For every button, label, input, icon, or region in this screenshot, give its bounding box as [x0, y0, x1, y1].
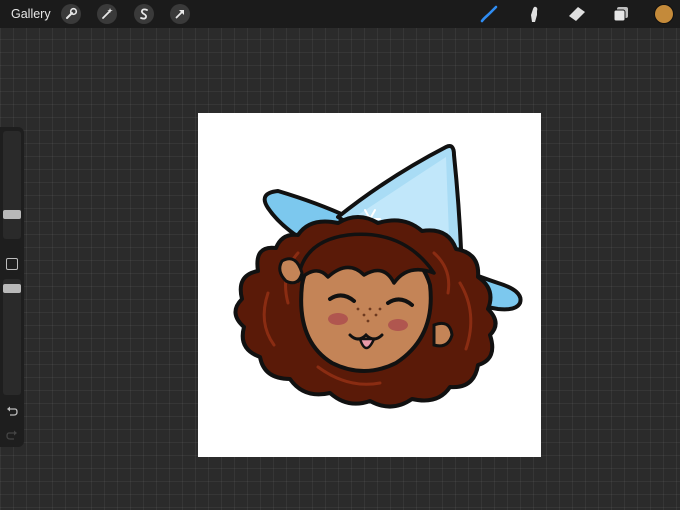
opacity-slider[interactable] [3, 279, 21, 395]
top-toolbar: Gallery [0, 0, 680, 28]
undo-icon [7, 406, 18, 416]
arrow-cursor-icon [175, 10, 184, 19]
gallery-button[interactable]: Gallery [11, 7, 51, 21]
actions-button[interactable] [61, 4, 81, 24]
brush-icon [480, 5, 498, 23]
transform-button[interactable] [170, 4, 190, 24]
brush-size-handle[interactable] [3, 210, 21, 220]
eraser-tool-button[interactable] [566, 3, 588, 25]
color-picker-button[interactable] [655, 5, 673, 23]
brush-tool-button[interactable] [478, 3, 500, 25]
layers-icon [613, 7, 628, 22]
sidebar [0, 127, 24, 447]
redo-button[interactable] [5, 428, 19, 442]
eraser-icon [569, 7, 585, 21]
smudge-icon [531, 6, 538, 22]
redo-icon [6, 430, 17, 440]
layers-button[interactable] [610, 3, 632, 25]
modify-square-icon[interactable] [6, 258, 18, 270]
wrench-icon [66, 7, 78, 19]
magic-wand-icon [102, 8, 113, 19]
witch-girl-illustration [233, 144, 523, 409]
drawing-canvas[interactable] [198, 113, 541, 457]
smudge-tool-button[interactable] [523, 3, 545, 25]
selection-s-icon [140, 8, 148, 20]
brush-size-slider[interactable] [3, 131, 21, 239]
adjustments-button[interactable] [97, 4, 117, 24]
opacity-handle[interactable] [3, 284, 21, 294]
selection-button[interactable] [134, 4, 154, 24]
undo-button[interactable] [5, 404, 19, 418]
